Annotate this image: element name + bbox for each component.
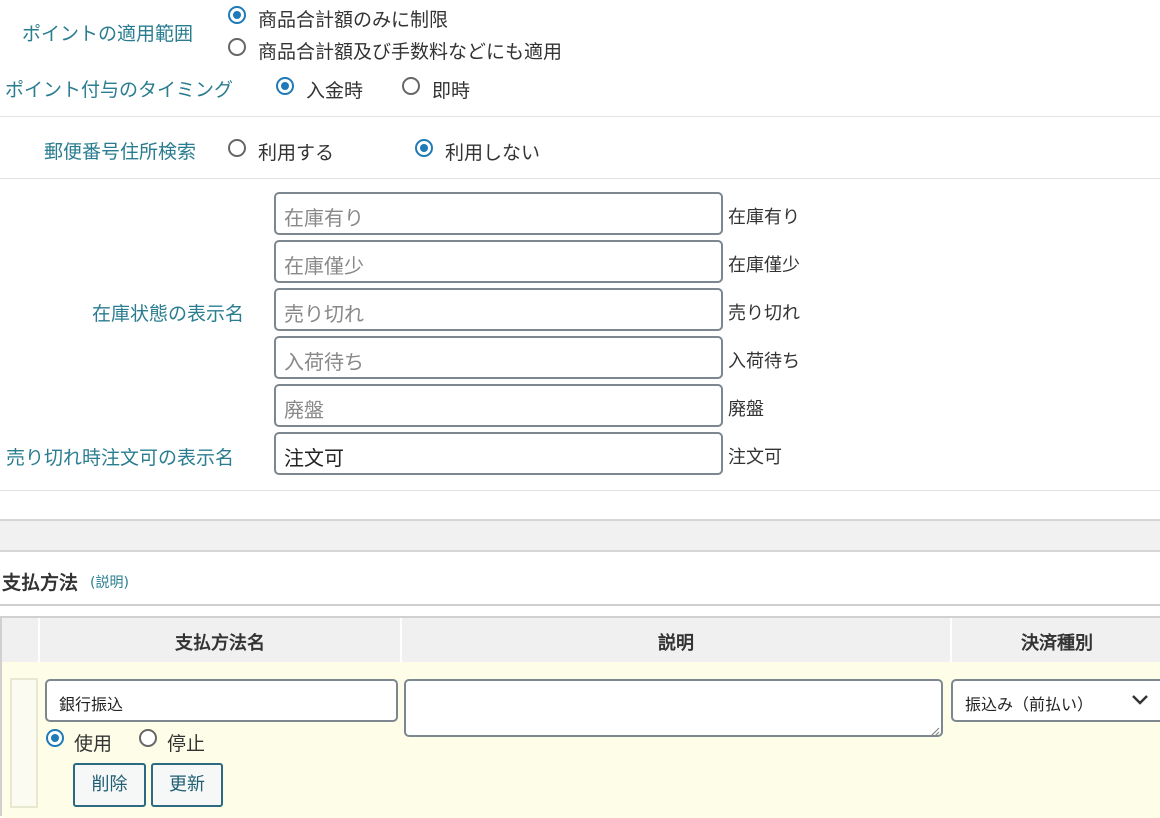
column-header-description: 説明 xyxy=(658,633,694,654)
chevron-down-icon xyxy=(1131,692,1149,706)
payment-section-title: 支払方法 xyxy=(2,572,79,594)
column-header-name: 支払方法名 xyxy=(175,633,265,654)
payment-name-input[interactable]: 銀行振込 xyxy=(45,679,398,722)
stock-soldout-side-label: 売り切れ xyxy=(728,303,800,324)
payment-stop-label: 停止 xyxy=(167,733,206,755)
divider xyxy=(0,490,1160,491)
scope-limit-radio[interactable] xyxy=(228,6,246,24)
payment-use-radio[interactable] xyxy=(46,729,64,747)
column-header-type: 決済種別 xyxy=(1021,633,1093,654)
stock-discontinued-input[interactable]: 廃盤 xyxy=(274,384,723,427)
stock-available-input[interactable]: 在庫有り xyxy=(274,192,723,235)
payment-type-select[interactable]: 振込み（前払い） xyxy=(951,679,1160,722)
scope-all-label: 商品合計額及び手数料などにも適用 xyxy=(258,41,563,63)
payment-type-selected: 振込み（前払い） xyxy=(965,695,1094,714)
stock-low-side-label: 在庫僅少 xyxy=(728,255,800,276)
payment-stop-radio[interactable] xyxy=(139,729,157,747)
stock-display-label: 在庫状態の表示名 xyxy=(92,303,245,325)
timing-payment-radio[interactable] xyxy=(276,77,294,95)
stock-soldout-input[interactable]: 売り切れ xyxy=(274,288,723,331)
scope-limit-label: 商品合計額のみに制限 xyxy=(258,9,449,31)
point-timing-label: ポイント付与のタイミング xyxy=(5,79,234,101)
postal-nouse-radio[interactable] xyxy=(415,139,433,157)
postal-use-label: 利用する xyxy=(258,142,335,164)
timing-immediate-label: 即時 xyxy=(432,80,471,102)
timing-payment-label: 入金時 xyxy=(306,80,364,102)
stock-incoming-side-label: 入荷待ち xyxy=(728,351,800,372)
payment-help-link[interactable]: (説明) xyxy=(90,572,129,592)
divider xyxy=(0,604,1160,606)
stock-discontinued-side-label: 廃盤 xyxy=(728,399,764,420)
timing-immediate-radio[interactable] xyxy=(402,77,420,95)
section-separator-band xyxy=(0,519,1160,552)
payment-description-textarea[interactable] xyxy=(404,679,943,737)
divider xyxy=(0,178,1160,179)
update-button[interactable]: 更新 xyxy=(151,763,223,807)
point-scope-label: ポイントの適用範囲 xyxy=(22,23,194,45)
row-drag-handle[interactable] xyxy=(10,678,38,808)
payment-use-label: 使用 xyxy=(74,733,113,755)
postal-search-label: 郵便番号住所検索 xyxy=(44,141,197,163)
postal-nouse-label: 利用しない xyxy=(445,142,541,164)
soldout-orderable-input[interactable]: 注文可 xyxy=(274,432,723,475)
soldout-orderable-label: 売り切れ時注文可の表示名 xyxy=(6,447,235,469)
postal-use-radio[interactable] xyxy=(228,139,246,157)
textarea-resize-handle[interactable] xyxy=(928,722,940,737)
delete-button[interactable]: 削除 xyxy=(73,763,146,807)
soldout-orderable-side-label: 注文可 xyxy=(728,447,782,468)
stock-available-side-label: 在庫有り xyxy=(728,207,800,228)
divider xyxy=(0,116,1160,117)
stock-incoming-input[interactable]: 入荷待ち xyxy=(274,336,723,379)
scope-all-radio[interactable] xyxy=(228,38,246,56)
stock-low-input[interactable]: 在庫僅少 xyxy=(274,240,723,283)
